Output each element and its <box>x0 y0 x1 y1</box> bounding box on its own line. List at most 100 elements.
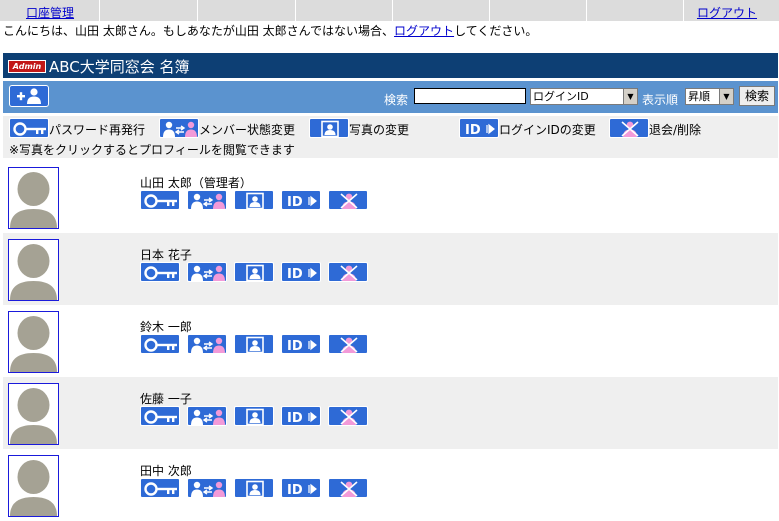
legend-item-login-id: ID ログインIDの変更 <box>459 118 596 138</box>
withdraw-icon <box>340 409 358 425</box>
member-photo[interactable] <box>8 311 59 373</box>
nav-cell-logout: ログアウト <box>684 0 779 21</box>
svg-text:ID: ID <box>287 195 303 210</box>
member-status-icon <box>159 118 199 138</box>
greeting-prefix: こんにちは、山田 太郎さん。もしあなたが山田 太郎さんではない場合、 <box>3 24 395 38</box>
member-photo[interactable] <box>8 455 59 517</box>
change-photo-button[interactable] <box>234 262 274 282</box>
member-status-icon <box>191 409 225 425</box>
member-status-icon <box>191 193 225 209</box>
change-photo-button[interactable] <box>234 190 274 210</box>
nav-cell-empty <box>198 0 296 21</box>
change-login-id-button[interactable]: ID <box>281 334 321 354</box>
nav-cell-empty <box>490 0 587 21</box>
member-row: 田中 次郎 ID <box>3 449 778 521</box>
change-member-status-button[interactable] <box>187 478 227 498</box>
id-icon: ID <box>287 411 317 426</box>
change-member-status-button[interactable] <box>187 334 227 354</box>
photo-icon <box>246 336 264 354</box>
logout-link[interactable]: ログアウト <box>684 0 779 21</box>
avatar-silhouette-icon <box>9 384 58 444</box>
id-icon: ID <box>287 483 317 498</box>
legend-item-password: パスワード再発行 <box>9 118 145 138</box>
reissue-password-button[interactable] <box>140 262 180 282</box>
withdraw-delete-button[interactable] <box>328 190 368 210</box>
search-button[interactable]: 検索 <box>739 86 775 106</box>
legend-label: ログインIDの変更 <box>499 123 596 137</box>
withdraw-delete-button[interactable] <box>328 334 368 354</box>
nav-cell-account: 口座管理 <box>0 0 100 21</box>
legend-label: 写真の変更 <box>349 123 410 137</box>
greeting-logout-link[interactable]: ログアウト <box>394 24 454 38</box>
reissue-password-button[interactable] <box>140 478 180 498</box>
withdraw-icon <box>340 337 358 353</box>
action-legend: パスワード再発行 メンバー状態変更 写真の変更 ID ログインIDの変更 退会/… <box>3 116 778 158</box>
reissue-password-button[interactable] <box>140 334 180 354</box>
profile-hint-note: ※写真をクリックするとプロフィールを閲覧できます <box>9 143 295 157</box>
chevron-down-icon: ▼ <box>719 89 733 104</box>
change-login-id-button[interactable]: ID <box>281 478 321 498</box>
member-row: 佐藤 一子 ID <box>3 377 778 449</box>
id-icon: ID <box>459 118 499 138</box>
photo-icon <box>246 408 264 426</box>
chevron-down-icon: ▼ <box>623 89 637 104</box>
search-input[interactable] <box>414 88 526 104</box>
svg-text:ID: ID <box>287 411 303 426</box>
change-login-id-button[interactable]: ID <box>281 190 321 210</box>
change-member-status-button[interactable] <box>187 190 227 210</box>
toolbar: 検索 ログインID ▼ 表示順 昇順 ▼ 検索 <box>3 81 778 113</box>
search-field-selected: ログインID <box>533 90 589 103</box>
photo-icon <box>246 480 264 498</box>
change-member-status-button[interactable] <box>187 406 227 426</box>
svg-text:ID: ID <box>287 267 303 282</box>
member-actions: ID <box>140 190 368 210</box>
change-photo-button[interactable] <box>234 406 274 426</box>
legend-label: 退会/削除 <box>649 123 702 137</box>
avatar-silhouette-icon <box>9 456 58 516</box>
member-photo[interactable] <box>8 167 59 229</box>
change-photo-button[interactable] <box>234 334 274 354</box>
member-name: 鈴木 一郎 <box>140 320 192 334</box>
change-login-id-button[interactable]: ID <box>281 262 321 282</box>
reissue-password-button[interactable] <box>140 190 180 210</box>
key-icon <box>144 194 177 208</box>
svg-text:ID: ID <box>287 483 303 498</box>
key-icon <box>144 338 177 352</box>
page-header: Admin ABC大学同窓会 名簿 <box>3 53 778 78</box>
member-status-icon <box>191 265 225 281</box>
id-icon: ID <box>287 267 317 282</box>
member-status-icon <box>191 337 225 353</box>
member-actions: ID <box>140 478 368 498</box>
withdraw-delete-button[interactable] <box>328 262 368 282</box>
legend-item-member-status: メンバー状態変更 <box>159 118 295 138</box>
sort-order-selected: 昇順 <box>688 90 710 103</box>
svg-text:ID: ID <box>287 339 303 354</box>
account-management-link[interactable]: 口座管理 <box>0 0 99 21</box>
add-member-button[interactable] <box>9 85 49 107</box>
id-icon: ID <box>287 195 317 210</box>
add-user-icon <box>17 88 41 104</box>
member-photo[interactable] <box>8 383 59 445</box>
nav-cell-empty <box>393 0 490 21</box>
sort-order-select[interactable]: 昇順 ▼ <box>685 88 734 105</box>
svg-text:ID: ID <box>465 123 481 138</box>
member-photo[interactable] <box>8 239 59 301</box>
change-member-status-button[interactable] <box>187 262 227 282</box>
reissue-password-button[interactable] <box>140 406 180 426</box>
photo-icon <box>309 118 349 138</box>
member-status-icon <box>191 481 225 497</box>
withdraw-delete-button[interactable] <box>328 406 368 426</box>
legend-label: メンバー状態変更 <box>199 123 296 137</box>
page-title: ABC大学同窓会 名簿 <box>49 58 190 76</box>
avatar-silhouette-icon <box>9 168 58 228</box>
search-field-select[interactable]: ログインID ▼ <box>530 88 638 105</box>
change-photo-button[interactable] <box>234 478 274 498</box>
member-actions: ID <box>140 406 368 426</box>
withdraw-delete-button[interactable] <box>328 478 368 498</box>
legend-item-withdraw: 退会/削除 <box>609 118 701 138</box>
change-login-id-button[interactable]: ID <box>281 406 321 426</box>
withdraw-icon <box>609 118 649 138</box>
member-actions: ID <box>140 334 368 354</box>
nav-cell-empty <box>296 0 393 21</box>
legend-item-photo: 写真の変更 <box>309 118 409 138</box>
